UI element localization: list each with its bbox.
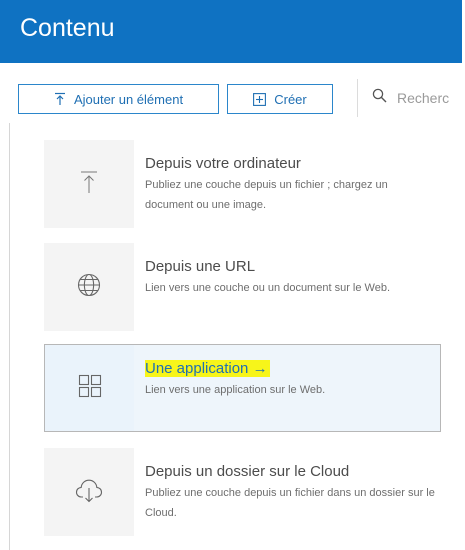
icon-box bbox=[45, 345, 134, 431]
globe-icon bbox=[77, 273, 101, 302]
search-input[interactable] bbox=[397, 90, 465, 106]
menu-item-text: Depuis une URL Lien vers une couche ou u… bbox=[134, 243, 435, 331]
menu-item-from-cloud[interactable]: Depuis un dossier sur le Cloud Publiez u… bbox=[44, 448, 441, 536]
menu-item-title: Une application → bbox=[145, 359, 435, 378]
content-page: Contenu Ajouter un élément Créer Recherc… bbox=[0, 0, 465, 550]
menu-item-description: Publiez une couche depuis un fichier dan… bbox=[145, 487, 435, 519]
menu-item-from-computer[interactable]: Depuis votre ordinateur Publiez une couc… bbox=[44, 140, 441, 228]
page-header: Contenu bbox=[0, 0, 462, 63]
menu-item-text: Depuis un dossier sur le Cloud Publiez u… bbox=[134, 448, 435, 536]
icon-box bbox=[44, 140, 134, 228]
menu-item-from-url[interactable]: Depuis une URL Lien vers une couche ou u… bbox=[44, 243, 441, 331]
menu-item-description: Lien vers une couche ou un document sur … bbox=[145, 282, 391, 294]
menu-item-description: Publiez une couche depuis un fichier ; c… bbox=[145, 179, 388, 211]
menu-item-text: Une application → Lien vers une applicat… bbox=[134, 345, 435, 431]
icon-box bbox=[44, 243, 134, 331]
menu-item-title: Depuis un dossier sur le Cloud bbox=[145, 463, 350, 480]
upload-icon bbox=[80, 170, 98, 199]
apps-grid-icon bbox=[78, 374, 102, 403]
create-button[interactable]: Créer bbox=[227, 84, 333, 114]
upload-icon bbox=[54, 92, 66, 106]
panel-border bbox=[9, 123, 10, 550]
menu-item-application[interactable]: Une application → Lien vers une applicat… bbox=[44, 344, 441, 432]
menu-item-text: Depuis votre ordinateur Publiez une couc… bbox=[134, 140, 435, 228]
arrow-right-icon: → bbox=[252, 360, 268, 377]
page-title: Contenu bbox=[20, 14, 115, 42]
cloud-download-icon bbox=[75, 477, 103, 508]
add-item-button[interactable]: Ajouter un élément bbox=[18, 84, 219, 114]
toolbar: Ajouter un élément Créer bbox=[0, 63, 465, 123]
plus-square-icon bbox=[253, 92, 267, 106]
menu-item-title: Depuis une URL bbox=[145, 258, 256, 275]
menu-item-title: Depuis votre ordinateur bbox=[145, 155, 301, 172]
highlighted-title: Une application → bbox=[145, 360, 270, 377]
search-icon bbox=[372, 88, 387, 108]
menu-item-title-text: Une application bbox=[145, 360, 249, 377]
menu-item-description: Lien vers une application sur le Web. bbox=[145, 384, 326, 396]
add-item-label: Ajouter un élément bbox=[73, 91, 184, 107]
create-label: Créer bbox=[274, 91, 307, 107]
search-box[interactable] bbox=[358, 81, 465, 115]
icon-box bbox=[44, 448, 134, 536]
